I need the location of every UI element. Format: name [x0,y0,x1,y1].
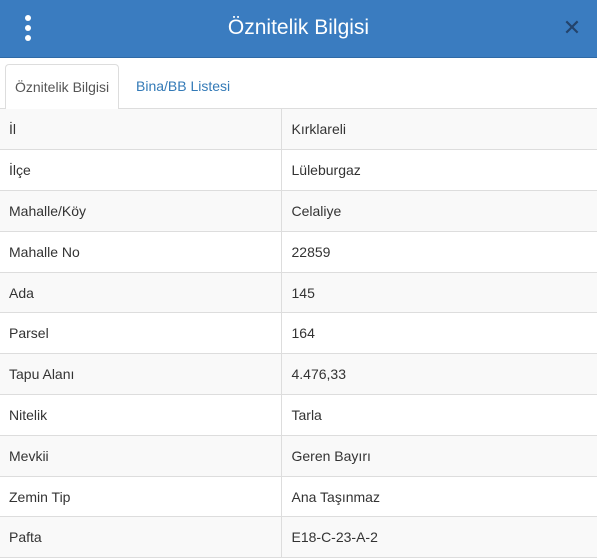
attribute-key: Nitelik [0,394,282,436]
attribute-key: Zemin Tip [0,476,282,518]
attribute-value: Tarla [281,394,597,436]
table-row: Mahalle No 22859 [0,231,597,273]
table-row: İlçe Lüleburgaz [0,149,597,192]
table-row: Parsel 164 [0,312,597,355]
table-row: Zemin Tip Ana Taşınmaz [0,476,597,518]
attribute-key: Mahalle No [0,231,282,273]
attribute-key: Ada [0,272,282,314]
attribute-value: Ana Taşınmaz [281,476,597,518]
attribute-table: İl Kırklareli İlçe Lüleburgaz Mahalle/Kö… [0,109,597,558]
table-row: Mevkii Geren Bayırı [0,435,597,477]
attribute-value: Lüleburgaz [281,149,597,192]
attribute-key: İl [0,109,282,151]
attribute-key: Parsel [0,312,282,355]
attribute-key: İlçe [0,149,282,192]
attribute-value: E18-C-23-A-2 [281,516,597,558]
dialog-header: Öznitelik Bilgisi ✕ [0,0,597,58]
table-row: İl Kırklareli [0,109,597,151]
tab-building-list[interactable]: Bina/BB Listesi [127,64,239,110]
tab-bar: Öznitelik Bilgisi Bina/BB Listesi [0,58,597,110]
table-row: Tapu Alanı 4.476,33 [0,353,597,396]
tab-attribute-info[interactable]: Öznitelik Bilgisi [5,64,120,110]
table-row: Pafta E18-C-23-A-2 [0,516,597,558]
attribute-value: 145 [281,272,597,314]
attribute-key: Mevkii [0,435,282,477]
attribute-value: 22859 [281,231,597,273]
attribute-value: Geren Bayırı [281,435,597,477]
attribute-value: Celaliye [281,190,597,232]
table-row: Ada 145 [0,272,597,314]
attribute-key: Tapu Alanı [0,353,282,396]
attribute-value: 4.476,33 [281,353,597,396]
attribute-value: 164 [281,312,597,355]
attribute-key: Pafta [0,516,282,558]
close-icon[interactable]: ✕ [561,16,583,40]
table-row: Nitelik Tarla [0,394,597,436]
attribute-value: Kırklareli [281,109,597,151]
dialog-title: Öznitelik Bilgisi [227,16,370,39]
attribute-key: Mahalle/Köy [0,190,282,232]
table-row: Mahalle/Köy Celaliye [0,190,597,232]
